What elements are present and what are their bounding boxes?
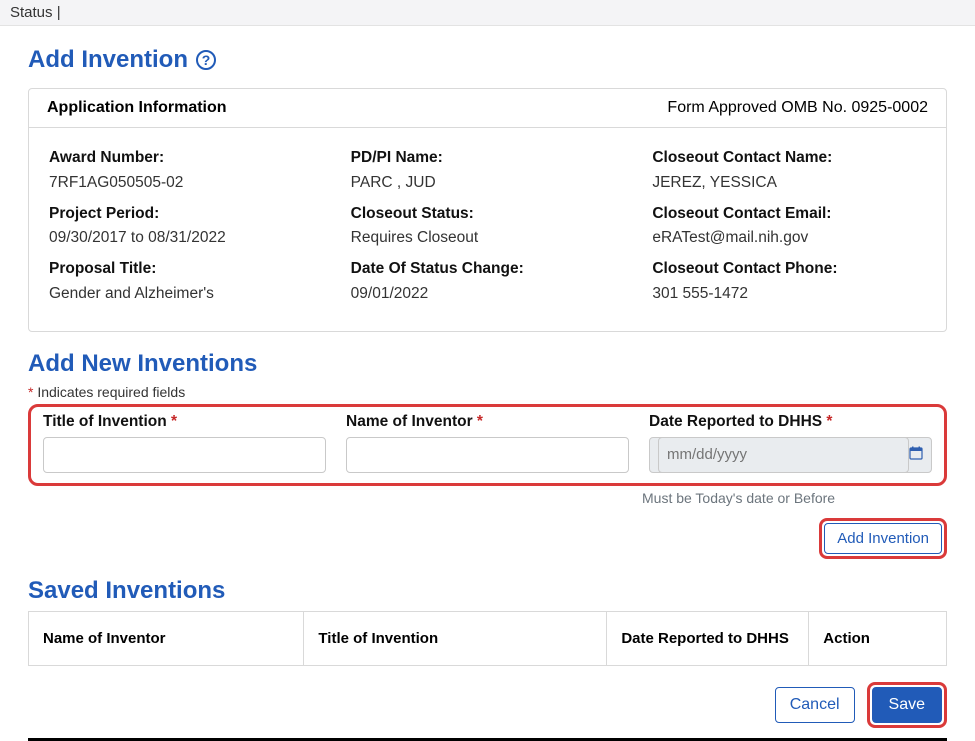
- saved-inventions-table: Name of Inventor Title of Invention Date…: [28, 611, 947, 666]
- add-invention-button[interactable]: Add Invention: [824, 523, 942, 554]
- main-content: Add Invention ? Application Information …: [0, 26, 975, 741]
- application-info-panel: Application Information Form Approved OM…: [28, 88, 947, 332]
- add-invention-button-row: Add Invention: [28, 518, 947, 559]
- status-label: Status: [10, 4, 53, 21]
- col-title-of-invention: Title of Invention: [304, 611, 607, 665]
- date-status-change-value: 09/01/2022: [351, 282, 625, 307]
- top-status-bar: Status |: [0, 0, 975, 26]
- application-info-header: Application Information Form Approved OM…: [29, 89, 946, 128]
- application-info-title: Application Information: [47, 99, 227, 117]
- contact-name-label: Closeout Contact Name:: [652, 146, 926, 171]
- name-of-inventor-input[interactable]: [346, 437, 629, 473]
- name-of-inventor-label: Name of Inventor *: [346, 413, 629, 431]
- save-button[interactable]: Save: [872, 687, 942, 723]
- award-number-label: Award Number:: [49, 146, 323, 171]
- pdpi-name-label: PD/PI Name:: [351, 146, 625, 171]
- date-reported-wrap[interactable]: [649, 437, 932, 473]
- form-approved-text: Form Approved OMB No. 0925-0002: [667, 99, 928, 117]
- project-period-label: Project Period:: [49, 202, 323, 227]
- date-reported-label: Date Reported to DHHS *: [649, 413, 932, 431]
- title-of-invention-label: Title of Invention *: [43, 413, 326, 431]
- date-asterisk: *: [826, 413, 832, 430]
- pdpi-name-value: PARC , JUD: [351, 171, 625, 196]
- date-hint-row: Must be Today's date or Before: [28, 490, 947, 506]
- col-name-of-inventor: Name of Inventor: [29, 611, 304, 665]
- contact-name-value: JEREZ, YESSICA: [652, 171, 926, 196]
- col-action: Action: [809, 611, 947, 665]
- page-title-text: Add Invention: [28, 46, 188, 74]
- date-hint-text: Must be Today's date or Before: [638, 490, 947, 506]
- contact-email-value: eRATest@mail.nih.gov: [652, 226, 926, 251]
- application-info-body: Award Number: 7RF1AG050505-02 Project Pe…: [29, 128, 946, 331]
- title-of-invention-col: Title of Invention *: [43, 413, 326, 473]
- bottom-divider: [28, 738, 947, 741]
- title-of-invention-input[interactable]: [43, 437, 326, 473]
- name-of-inventor-col: Name of Inventor *: [346, 413, 629, 473]
- closeout-status-value: Requires Closeout: [351, 226, 625, 251]
- required-note-text: Indicates required fields: [37, 384, 185, 400]
- required-asterisk: *: [28, 384, 37, 400]
- proposal-title-label: Proposal Title:: [49, 257, 323, 282]
- closeout-status-label: Closeout Status:: [351, 202, 625, 227]
- add-new-inventions-title: Add New Inventions: [28, 350, 947, 378]
- date-reported-col: Date Reported to DHHS *: [649, 413, 932, 473]
- save-highlight: Save: [867, 682, 947, 728]
- title-asterisk: *: [171, 413, 177, 430]
- invention-fields-highlight: Title of Invention * Name of Inventor * …: [28, 404, 947, 486]
- contact-email-label: Closeout Contact Email:: [652, 202, 926, 227]
- saved-table-head: Name of Inventor Title of Invention Date…: [29, 611, 947, 665]
- proposal-title-value: Gender and Alzheimer's: [49, 282, 323, 307]
- required-fields-note: * Indicates required fields: [28, 384, 947, 400]
- info-col-3: Closeout Contact Name: JEREZ, YESSICA Cl…: [652, 146, 926, 313]
- project-period-value: 09/30/2017 to 08/31/2022: [49, 226, 323, 251]
- name-asterisk: *: [477, 413, 483, 430]
- date-status-change-label: Date Of Status Change:: [351, 257, 625, 282]
- date-reported-input[interactable]: [658, 437, 909, 473]
- help-icon[interactable]: ?: [196, 50, 216, 70]
- page-title: Add Invention ?: [28, 46, 947, 74]
- saved-inventions-title: Saved Inventions: [28, 577, 947, 605]
- add-invention-highlight: Add Invention: [819, 518, 947, 559]
- col-date-reported: Date Reported to DHHS: [607, 611, 809, 665]
- contact-phone-label: Closeout Contact Phone:: [652, 257, 926, 282]
- info-col-2: PD/PI Name: PARC , JUD Closeout Status: …: [351, 146, 625, 313]
- calendar-icon[interactable]: [909, 446, 923, 464]
- contact-phone-value: 301 555-1472: [652, 282, 926, 307]
- footer-actions: Cancel Save: [28, 682, 947, 728]
- award-number-value: 7RF1AG050505-02: [49, 171, 323, 196]
- cancel-button[interactable]: Cancel: [775, 687, 855, 723]
- info-col-1: Award Number: 7RF1AG050505-02 Project Pe…: [49, 146, 323, 313]
- table-header-row: Name of Inventor Title of Invention Date…: [29, 611, 947, 665]
